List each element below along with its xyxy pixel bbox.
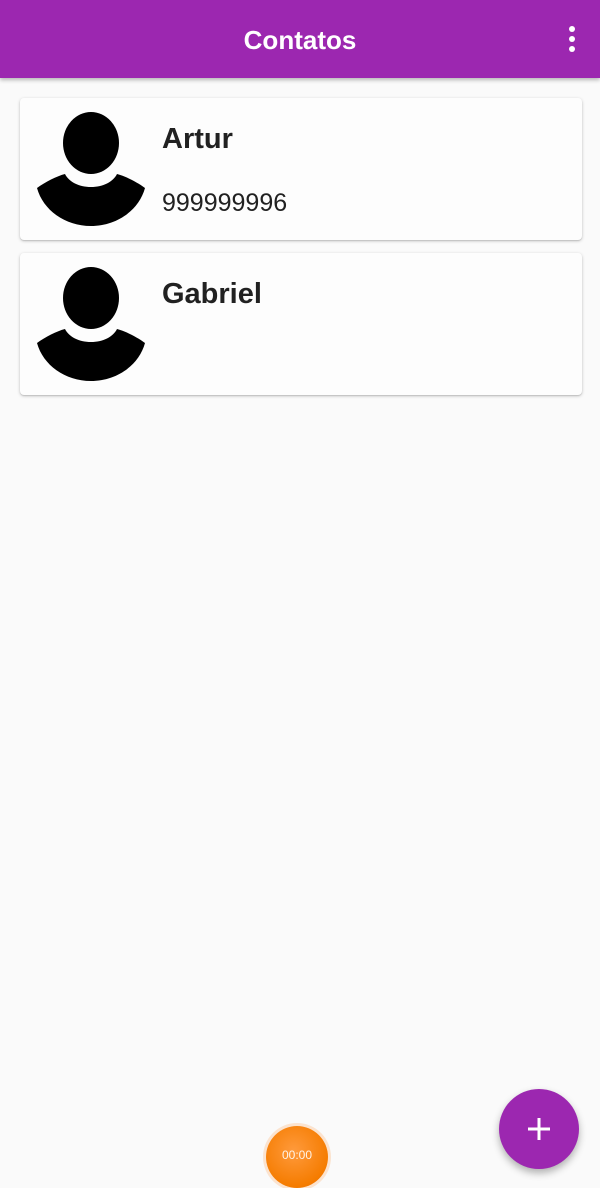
- contact-card-artur[interactable]: Artur 999999996: [20, 98, 582, 240]
- add-contact-button[interactable]: [499, 1089, 579, 1169]
- more-vert-icon: [569, 26, 575, 32]
- contact-name: Gabriel: [162, 278, 262, 310]
- add-icon: [528, 1118, 550, 1140]
- contact-card-gabriel[interactable]: Gabriel: [20, 253, 582, 395]
- person-avatar-icon: [37, 112, 145, 226]
- overflow-menu-button[interactable]: [560, 22, 584, 56]
- app-bar: Contatos: [0, 0, 600, 78]
- contact-name: Artur: [162, 123, 233, 155]
- screen-recorder-badge[interactable]: 00:00: [266, 1126, 328, 1188]
- contact-list: Artur 999999996 Gabriel: [20, 98, 582, 408]
- person-avatar-icon: [37, 267, 145, 381]
- contact-phone: 999999996: [162, 189, 288, 217]
- recorder-time: 00:00: [281, 1148, 313, 1162]
- page-title: Contatos: [243, 25, 357, 55]
